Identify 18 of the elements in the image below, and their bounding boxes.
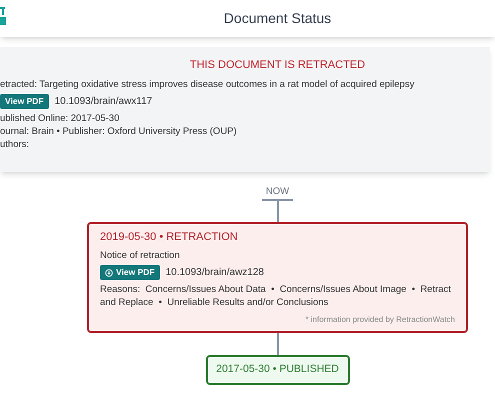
doi-link[interactable]: 10.1093/brain/awx117 [54, 95, 152, 108]
doi-link[interactable]: 10.1093/brain/awz128 [166, 266, 264, 280]
download-icon [105, 268, 113, 277]
source-note: * information provided by RetractionWatch [305, 315, 455, 324]
event-heading: 2019-05-30 • RETRACTION [100, 231, 238, 244]
retraction-notice-heading: THIS DOCUMENT IS RETRACTED [190, 59, 366, 71]
logo-icon[interactable] [0, 7, 6, 25]
journal-publisher: ournal: Brain • Publisher: Oxford University Press (OUP) [0, 126, 237, 137]
view-pdf-button[interactable]: View PDF [0, 94, 49, 109]
authors-label: uthors: [0, 139, 30, 150]
notice-text: Notice of retraction [100, 250, 180, 262]
published-date: ublished Online: 2017-05-30 [0, 113, 120, 124]
document-title: etracted: Targeting oxidative stress improves disease outcomes in a rat model of acquired epilepsy [0, 79, 414, 90]
reasons-text: Reasons: Concerns/Issues About Data • Concerns/Issues About Image • Retract and Replace • Unreliable Results and/or Conclusions [100, 284, 452, 308]
view-pdf-button[interactable]: View PDF [100, 265, 160, 280]
now-label: NOW [266, 185, 290, 199]
page-title: Document Status [224, 10, 332, 26]
event-heading: 2017-05-30 • PUBLISHED [216, 362, 339, 378]
